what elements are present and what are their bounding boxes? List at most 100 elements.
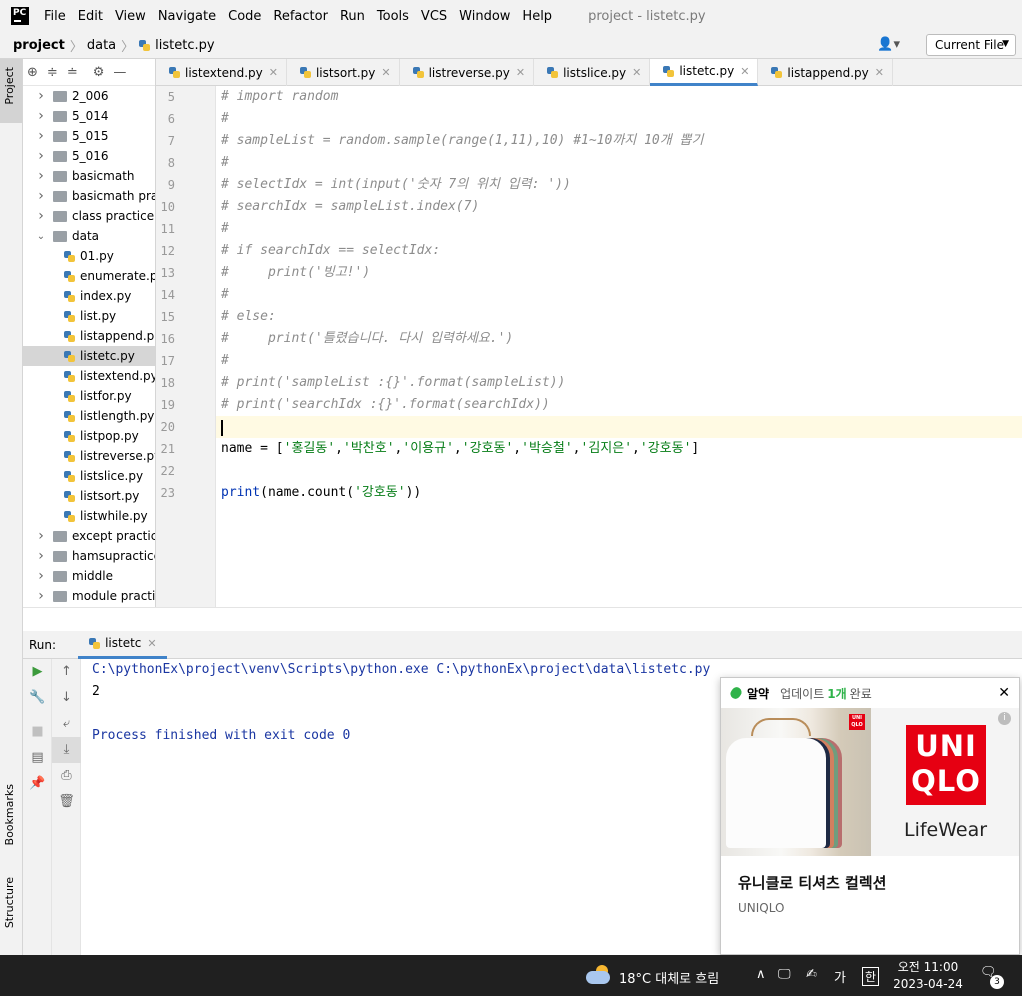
chevron-right-icon[interactable]: › — [35, 168, 47, 184]
layout-icon[interactable]: ▤ — [23, 745, 52, 771]
close-icon[interactable]: ✕ — [998, 685, 1010, 701]
chevron-right-icon[interactable]: › — [35, 588, 47, 604]
tree-file-item[interactable]: index.py — [23, 286, 155, 306]
user-account-icon[interactable]: 👤▾ — [877, 37, 900, 52]
scroll-to-end-icon[interactable]: ⤓ — [52, 737, 81, 763]
structure-tool-tab[interactable]: Structure — [3, 877, 16, 928]
editor-tab[interactable]: listextend.py ✕ — [156, 59, 287, 86]
chevron-right-icon[interactable]: › — [35, 128, 47, 144]
editor-tab[interactable]: listreverse.py ✕ — [400, 59, 535, 86]
tree-file-item[interactable]: listwhile.py — [23, 506, 155, 526]
chevron-right-icon[interactable]: › — [35, 188, 47, 204]
chevron-right-icon[interactable]: › — [35, 108, 47, 124]
code-editor[interactable]: # import random # # sampleList = random.sa… — [216, 86, 1022, 607]
chevron-right-icon[interactable]: › — [35, 528, 47, 544]
tree-folder-item[interactable]: › except practice — [23, 526, 155, 546]
close-icon[interactable]: ✕ — [147, 637, 156, 650]
weather-cloudy-icon[interactable] — [586, 965, 612, 985]
tree-folder-item[interactable]: › 5_015 — [23, 126, 155, 146]
tree-folder-item[interactable]: › middle — [23, 566, 155, 586]
gear-icon[interactable]: ⚙ — [93, 65, 105, 80]
close-icon[interactable]: ✕ — [269, 66, 278, 79]
tree-file-item[interactable]: listreverse.py — [23, 446, 155, 466]
wrench-icon[interactable]: 🔧 — [23, 685, 52, 711]
tree-folder-item[interactable]: ⌄ data — [23, 226, 155, 246]
project-tool-tab[interactable]: Project — [0, 59, 22, 123]
breadcrumb-folder[interactable]: data — [87, 38, 116, 53]
editor-horizontal-scrollbar[interactable] — [23, 607, 1022, 630]
print-icon[interactable]: ⎙ — [52, 763, 81, 789]
breadcrumb-file[interactable]: listetc.py — [155, 38, 214, 53]
tree-folder-item[interactable]: › 5_014 — [23, 106, 155, 126]
tree-file-item[interactable]: listsort.py — [23, 486, 155, 506]
chevron-right-icon[interactable]: › — [35, 148, 47, 164]
menu-tools[interactable]: Tools — [371, 9, 415, 24]
editor-tab[interactable]: listslice.py ✕ — [534, 59, 651, 86]
menu-vcs[interactable]: VCS — [415, 9, 453, 24]
soft-wrap-icon[interactable]: ⤶ — [52, 711, 81, 737]
tree-folder-item[interactable]: › basicmath — [23, 166, 155, 186]
trash-icon[interactable]: 🗑 — [52, 789, 81, 815]
pin-icon[interactable]: 📌 — [23, 771, 52, 797]
network-icon[interactable]: 🖵 — [778, 967, 791, 982]
run-tab-listetc[interactable]: listetc ✕ — [78, 631, 167, 659]
menu-run[interactable]: Run — [334, 9, 371, 24]
menu-file[interactable]: File — [38, 9, 72, 24]
pen-icon[interactable]: ✍ — [806, 967, 817, 982]
arrow-up-icon[interactable]: ↑ — [52, 659, 81, 685]
tree-file-item[interactable]: listappend.p — [23, 326, 155, 346]
arrow-down-icon[interactable]: ↓ — [52, 685, 81, 711]
stop-icon[interactable]: ■ — [23, 719, 52, 745]
tree-folder-item[interactable]: › basicmath prac — [23, 186, 155, 206]
menu-window[interactable]: Window — [453, 9, 516, 24]
tree-file-item[interactable]: listextend.py — [23, 366, 155, 386]
ad-title[interactable]: 유니클로 티셔츠 컬렉션 — [738, 872, 886, 893]
tree-folder-item[interactable]: › class practice — [23, 206, 155, 226]
close-icon[interactable]: ✕ — [381, 66, 390, 79]
tree-file-item[interactable]: listpop.py — [23, 426, 155, 446]
tree-folder-item[interactable]: › module practic — [23, 586, 155, 606]
menu-refactor[interactable]: Refactor — [267, 9, 334, 24]
tree-file-item[interactable]: listetc.py — [23, 346, 155, 366]
menu-view[interactable]: View — [109, 9, 152, 24]
info-icon[interactable]: i — [998, 712, 1011, 725]
ime-language-indicator[interactable]: 가 — [834, 967, 846, 986]
menu-edit[interactable]: Edit — [72, 9, 109, 24]
tree-file-item[interactable]: enumerate.p — [23, 266, 155, 286]
close-icon[interactable]: ✕ — [516, 66, 525, 79]
tree-folder-item[interactable]: › 2_006 — [23, 86, 155, 106]
tree-file-item[interactable]: 01.py — [23, 246, 155, 266]
close-icon[interactable]: ✕ — [875, 66, 884, 79]
notification-center[interactable]: 🗨 3 — [980, 965, 1004, 989]
tree-file-item[interactable]: listfor.py — [23, 386, 155, 406]
chevron-down-icon[interactable]: ⌄ — [35, 231, 47, 242]
tree-folder-item[interactable]: › hamsupractice — [23, 546, 155, 566]
editor-tab[interactable]: listappend.py ✕ — [758, 59, 893, 86]
chevron-right-icon[interactable]: › — [35, 208, 47, 224]
rerun-icon[interactable]: ▶ — [23, 659, 52, 685]
system-clock[interactable]: 오전 11:00 2023-04-24 — [890, 959, 966, 993]
menu-help[interactable]: Help — [516, 9, 558, 24]
editor-tab[interactable]: listsort.py ✕ — [287, 59, 400, 86]
bookmarks-tool-tab[interactable]: Bookmarks — [3, 784, 16, 845]
menu-code[interactable]: Code — [222, 9, 267, 24]
ad-image[interactable]: UNI QLO i UNI QLO LifeWear — [721, 708, 1019, 856]
editor-tab[interactable]: listetc.py ✕ — [650, 59, 759, 86]
chevron-right-icon[interactable]: › — [35, 568, 47, 584]
tree-file-item[interactable]: list.py — [23, 306, 155, 326]
close-icon[interactable]: ✕ — [632, 66, 641, 79]
chevron-right-icon[interactable]: › — [35, 88, 47, 104]
tree-file-item[interactable]: listlength.py — [23, 406, 155, 426]
run-config-dropdown[interactable]: Current File ▼ — [926, 34, 1016, 56]
weather-text[interactable]: 18°C 대체로 흐림 — [619, 968, 719, 987]
locate-icon[interactable]: ⊕ — [27, 65, 38, 80]
collapse-all-icon[interactable]: ≐ — [67, 65, 78, 80]
ime-mode-indicator[interactable]: 한 — [862, 967, 880, 986]
tree-folder-item[interactable]: › 5_016 — [23, 146, 155, 166]
expand-all-icon[interactable]: ≑ — [47, 65, 58, 80]
chevron-right-icon[interactable]: › — [35, 548, 47, 564]
hide-panel-icon[interactable]: — — [113, 65, 126, 80]
menu-navigate[interactable]: Navigate — [152, 9, 222, 24]
close-icon[interactable]: ✕ — [740, 65, 749, 78]
chevron-up-icon[interactable]: ∧ — [756, 967, 766, 982]
